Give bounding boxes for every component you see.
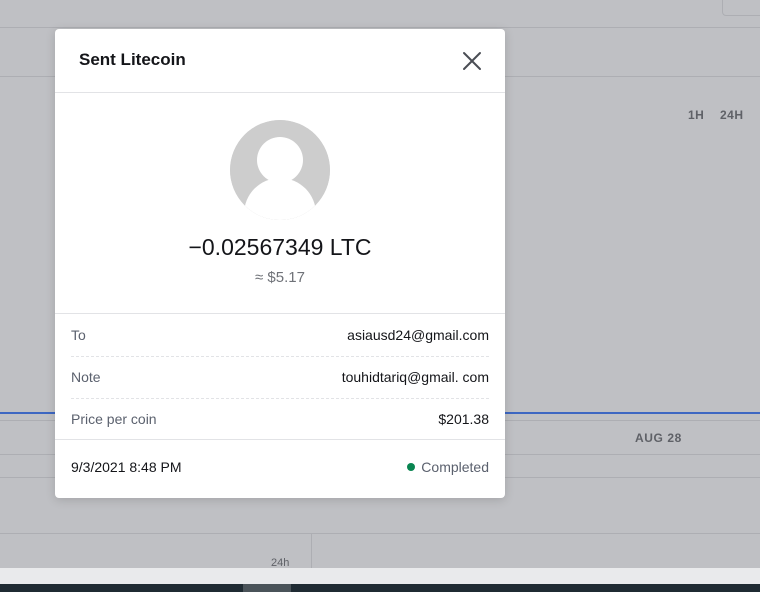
background-divider: [0, 533, 760, 534]
taskbar: [0, 584, 760, 592]
background-top-button: [722, 0, 760, 16]
close-button[interactable]: [457, 49, 487, 73]
detail-label: To: [71, 327, 86, 343]
background-footer-band: [0, 568, 760, 584]
transaction-date: 9/3/2021 8:48 PM: [71, 459, 182, 475]
transaction-amount: −0.02567349 LTC: [188, 234, 372, 260]
price-per-coin-value: $201.38: [438, 411, 489, 427]
taskbar-tab[interactable]: [243, 584, 291, 592]
recipient-email: asiausd24@gmail.com: [347, 327, 489, 343]
background-divider: [0, 27, 760, 28]
transaction-modal: Sent Litecoin −0.02567349 LTC ≈ $5.17 To…: [55, 29, 505, 498]
background-vertical-divider: [311, 534, 312, 568]
chart-axis-date: AUG 28: [635, 431, 682, 445]
modal-header: Sent Litecoin: [55, 29, 505, 93]
detail-row-note: Note touhidtariq@gmail. com: [71, 356, 489, 399]
user-avatar-icon: [230, 120, 330, 220]
detail-label: Note: [71, 369, 101, 385]
timeframe-24h[interactable]: 24H: [720, 108, 744, 122]
detail-label: Price per coin: [71, 411, 157, 427]
fiat-amount: ≈ $5.17: [255, 269, 305, 286]
status-text: Completed: [421, 459, 489, 475]
modal-title: Sent Litecoin: [79, 50, 186, 69]
detail-row-to: To asiausd24@gmail.com: [71, 314, 489, 357]
note-value: touhidtariq@gmail. com: [341, 369, 489, 385]
status-dot-icon: [407, 463, 416, 471]
detail-row-price: Price per coin $201.38: [71, 398, 489, 440]
section-divider: [55, 439, 505, 440]
status-badge: Completed: [407, 459, 489, 475]
close-icon: [463, 52, 481, 70]
timeframe-1h[interactable]: 1H: [688, 108, 704, 122]
